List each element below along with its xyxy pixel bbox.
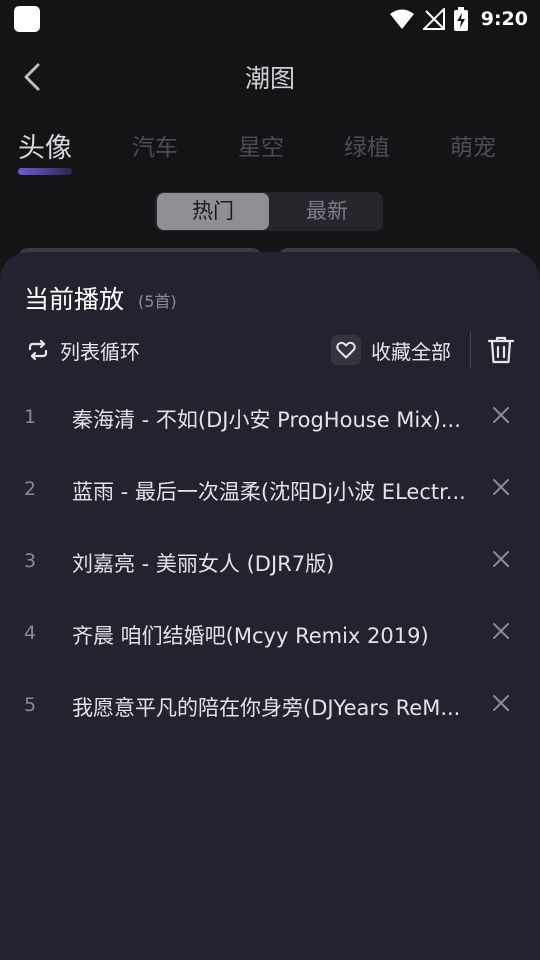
remove-song-icon[interactable] xyxy=(490,476,512,498)
song-row[interactable]: 1 秦海清 - 不如(DJ小安 ProgHouse Mix)... xyxy=(0,382,540,454)
song-count: (5首) xyxy=(138,292,177,311)
tab-plants[interactable]: 绿植 xyxy=(344,128,390,162)
wifi-icon xyxy=(389,9,414,29)
song-index: 4 xyxy=(24,622,37,644)
battery-charging-icon xyxy=(453,7,468,31)
tab-starry-sky[interactable]: 星空 xyxy=(238,128,284,162)
status-bar: 9:20 xyxy=(0,0,540,38)
favorite-all-button[interactable]: 收藏全部 xyxy=(331,334,451,366)
now-playing-sheet: 当前播放 (5首) 列表循环 收藏全部 1 秦海清 - 不如(DJ小安 Prog… xyxy=(0,252,540,960)
song-index: 3 xyxy=(24,550,37,572)
title-bar: 潮图 xyxy=(0,48,540,104)
favorite-all-label: 收藏全部 xyxy=(371,339,451,364)
song-title: 秦海清 - 不如(DJ小安 ProgHouse Mix)... xyxy=(72,408,461,432)
remove-song-icon[interactable] xyxy=(490,548,512,570)
song-list: 1 秦海清 - 不如(DJ小安 ProgHouse Mix)... 2 蓝雨 -… xyxy=(0,382,540,742)
song-title: 蓝雨 - 最后一次温柔(沈阳Dj小波 ELectr... xyxy=(72,480,466,504)
segment-latest[interactable]: 最新 xyxy=(271,192,383,231)
app-screen: 9:20 潮图 头像 汽车 星空 绿植 萌宠 热门 最新 当前播放 (5首) 列… xyxy=(0,0,540,960)
song-index: 1 xyxy=(24,406,37,428)
song-index: 2 xyxy=(24,478,37,500)
remove-song-icon[interactable] xyxy=(490,404,512,426)
tab-avatar[interactable]: 头像 xyxy=(18,126,72,165)
sort-segmented-control: 热门 最新 xyxy=(155,192,383,231)
song-row[interactable]: 3 刘嘉亮 - 美丽女人 (DJR7版) xyxy=(0,526,540,598)
tab-pets[interactable]: 萌宠 xyxy=(450,128,496,162)
repeat-icon xyxy=(28,339,48,361)
song-title: 我愿意平凡的陪在你身旁(DJYears ReM... xyxy=(72,696,461,720)
loop-mode-button[interactable]: 列表循环 xyxy=(26,334,140,366)
controls-divider xyxy=(470,332,471,368)
segment-hot[interactable]: 热门 xyxy=(157,193,269,230)
tab-cars[interactable]: 汽车 xyxy=(132,128,178,162)
remove-song-icon[interactable] xyxy=(490,620,512,642)
song-title: 刘嘉亮 - 美丽女人 (DJR7版) xyxy=(72,552,335,576)
no-signal-icon xyxy=(422,8,445,30)
playlist-controls: 列表循环 收藏全部 xyxy=(0,332,540,368)
song-index: 5 xyxy=(24,694,37,716)
trash-icon[interactable] xyxy=(486,334,516,366)
page-title: 潮图 xyxy=(244,64,295,93)
app-notification-icon xyxy=(14,6,40,32)
song-title: 齐晨 咱们结婚吧(Mcyy Remix 2019) xyxy=(72,624,429,648)
remove-song-icon[interactable] xyxy=(490,692,512,714)
status-icons: 9:20 xyxy=(389,4,528,34)
song-row[interactable]: 4 齐晨 咱们结婚吧(Mcyy Remix 2019) xyxy=(0,598,540,670)
heart-icon-box xyxy=(331,335,361,365)
active-tab-indicator xyxy=(18,168,72,175)
category-tabs: 头像 汽车 星空 绿植 萌宠 xyxy=(0,128,540,178)
song-row[interactable]: 2 蓝雨 - 最后一次温柔(沈阳Dj小波 ELectr... xyxy=(0,454,540,526)
heart-icon xyxy=(336,341,356,359)
sheet-title: 当前播放 xyxy=(24,285,125,314)
loop-mode-label: 列表循环 xyxy=(60,339,140,364)
song-row[interactable]: 5 我愿意平凡的陪在你身旁(DJYears ReM... xyxy=(0,670,540,742)
clock: 9:20 xyxy=(480,8,528,30)
